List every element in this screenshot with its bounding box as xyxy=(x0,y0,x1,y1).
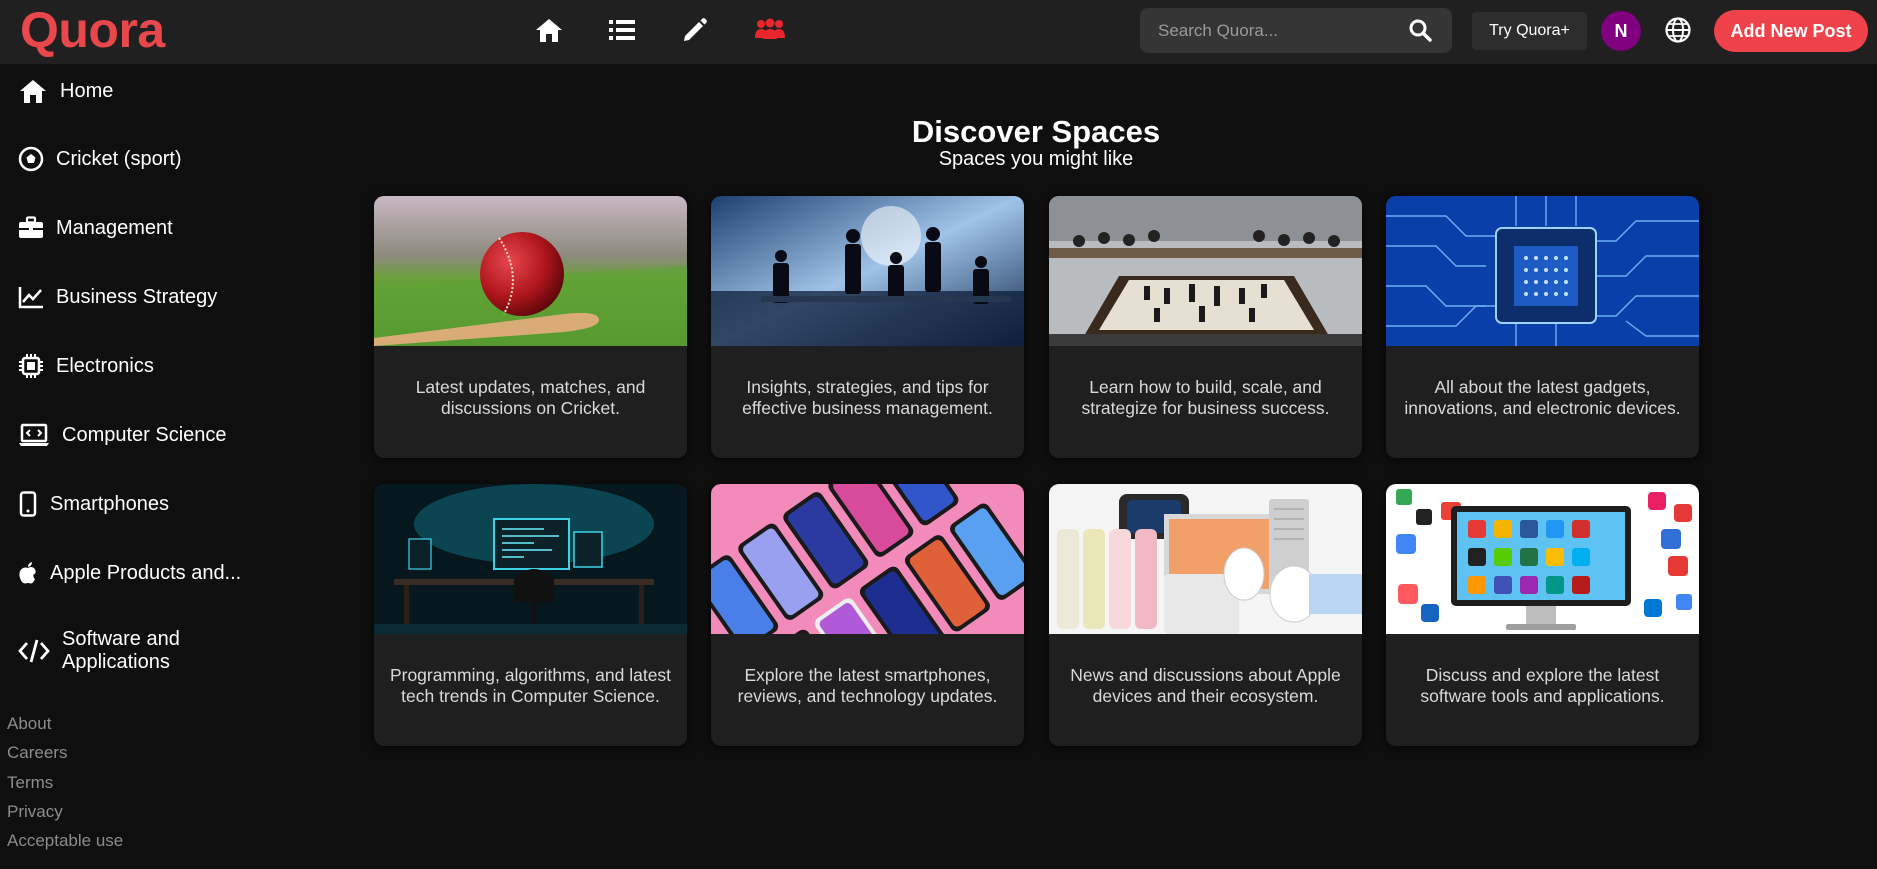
try-quora-plus-button[interactable]: Try Quora+ xyxy=(1472,12,1587,50)
search-box[interactable] xyxy=(1140,8,1452,53)
space-description: News and discussions about Apple devices… xyxy=(1070,665,1341,706)
users-icon[interactable] xyxy=(752,12,788,48)
page-subtitle: Spaces you might like xyxy=(938,148,1134,170)
sidebar-item-label: Electronics xyxy=(56,354,154,377)
circuit-chip-image xyxy=(1386,196,1699,346)
computer-desk-image xyxy=(374,484,687,634)
smartphone-icon xyxy=(18,489,38,519)
sidebar-item-label: Smartphones xyxy=(50,492,169,515)
sidebar-item-management[interactable]: Management xyxy=(18,213,173,243)
sidebar-item-label: Home xyxy=(60,79,114,102)
sidebar-item-label: Software and Applications xyxy=(62,628,180,673)
sidebar-item-software-applications[interactable]: Software and Applications xyxy=(18,628,222,674)
space-card-apple-products[interactable]: News and discussions about Apple devices… xyxy=(1049,484,1362,746)
apple-products-image xyxy=(1049,484,1362,634)
list-icon[interactable] xyxy=(604,12,640,48)
footer-link-careers[interactable]: Careers xyxy=(7,743,67,763)
search-icon[interactable] xyxy=(1408,18,1432,42)
line-chart-icon xyxy=(18,282,44,312)
space-card-electronics[interactable]: All about the latest gadgets, innovation… xyxy=(1386,196,1699,458)
space-description: Discuss and explore the latest software … xyxy=(1420,665,1665,706)
space-card-computer-science[interactable]: Programming, algorithms, and latest tech… xyxy=(374,484,687,746)
home-icon xyxy=(18,76,48,106)
pencil-icon[interactable] xyxy=(677,12,713,48)
briefcase-icon xyxy=(18,213,44,243)
sidebar-item-label: Business Strategy xyxy=(56,285,218,308)
sidebar-item-smartphones[interactable]: Smartphones xyxy=(18,489,169,519)
space-card-management[interactable]: Insights, strategies, and tips for effec… xyxy=(711,196,1024,458)
sidebar-item-label: Apple Products and... xyxy=(50,561,242,584)
footer-link-acceptable-use[interactable]: Acceptable use xyxy=(7,831,123,851)
sidebar-item-computer-science[interactable]: Computer Science xyxy=(18,420,227,450)
avatar[interactable]: N xyxy=(1601,11,1641,51)
sidebar-item-apple-products[interactable]: Apple Products and... xyxy=(18,558,241,588)
sidebar-item-label: Computer Science xyxy=(62,423,227,446)
page-title: Discover Spaces xyxy=(911,114,1161,149)
space-description: Insights, strategies, and tips for effec… xyxy=(742,377,993,418)
home-icon[interactable] xyxy=(531,12,567,48)
smartphones-image xyxy=(711,484,1024,634)
cricket-ball-image xyxy=(374,196,687,346)
space-card-cricket[interactable]: Latest updates, matches, and discussions… xyxy=(374,196,687,458)
laptop-code-icon xyxy=(18,420,50,450)
space-description: Explore the latest smartphones, reviews,… xyxy=(737,665,998,706)
space-card-software-applications[interactable]: Discuss and explore the latest software … xyxy=(1386,484,1699,746)
globe-icon[interactable] xyxy=(1664,16,1692,44)
footer-link-terms[interactable]: Terms xyxy=(7,773,53,793)
space-description: Learn how to build, scale, and strategiz… xyxy=(1081,377,1330,418)
sidebar-item-home[interactable]: Home xyxy=(18,76,113,106)
chip-icon xyxy=(18,351,44,381)
sidebar-item-business-strategy[interactable]: Business Strategy xyxy=(18,282,217,312)
space-description: All about the latest gadgets, innovation… xyxy=(1404,377,1681,418)
sidebar-item-electronics[interactable]: Electronics xyxy=(18,351,154,381)
top-navigation-bar: Quora Try Quora+ N Add New Post xyxy=(0,0,1877,64)
code-icon xyxy=(18,636,50,666)
app-icons-monitor-image xyxy=(1386,484,1699,634)
space-card-business-strategy[interactable]: Learn how to build, scale, and strategiz… xyxy=(1049,196,1362,458)
footer-link-about[interactable]: About xyxy=(7,714,51,734)
footer-link-privacy[interactable]: Privacy xyxy=(7,802,63,822)
space-description: Latest updates, matches, and discussions… xyxy=(415,377,646,418)
business-meeting-image xyxy=(711,196,1024,346)
chess-strategy-image xyxy=(1049,196,1362,346)
add-new-post-button[interactable]: Add New Post xyxy=(1714,10,1868,52)
quora-logo[interactable]: Quora xyxy=(20,2,165,58)
apple-icon xyxy=(18,558,38,588)
search-input[interactable] xyxy=(1158,18,1398,44)
sidebar-item-label: Management xyxy=(56,216,173,239)
space-description: Programming, algorithms, and latest tech… xyxy=(389,665,672,706)
space-card-smartphones[interactable]: Explore the latest smartphones, reviews,… xyxy=(711,484,1024,746)
